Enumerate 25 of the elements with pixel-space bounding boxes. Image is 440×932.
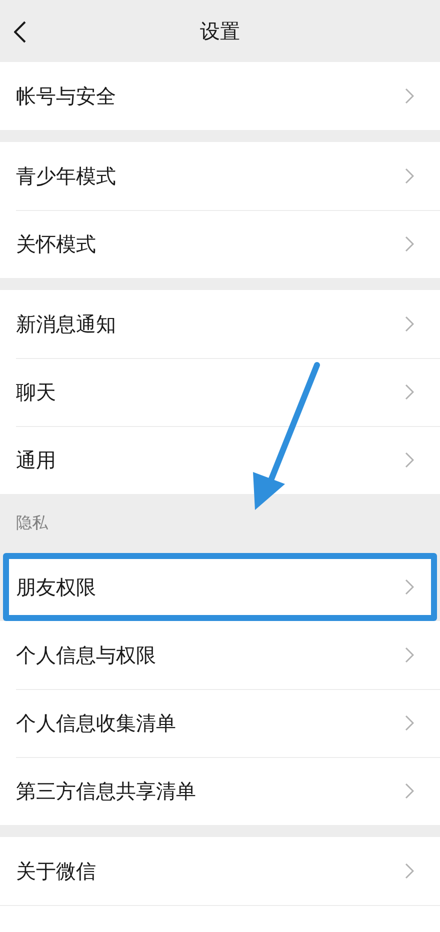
chevron-icon [405, 863, 414, 879]
settings-row[interactable]: 朋友权限 [3, 553, 437, 621]
settings-row[interactable]: 个人信息收集清单 [0, 689, 440, 757]
section-header: 隐私 [15, 512, 49, 534]
settings-row[interactable]: 关怀模式 [0, 210, 440, 278]
settings-row[interactable]: 个人信息与权限 [0, 621, 440, 689]
back-icon[interactable] [14, 21, 26, 43]
chevron-icon [405, 236, 414, 252]
chevron-icon [405, 579, 414, 595]
chevron-icon [405, 715, 414, 731]
settings-row[interactable]: 第三方信息共享清单 [0, 757, 440, 825]
settings-row[interactable]: 通用 [0, 426, 440, 494]
page-title: 设置 [200, 18, 240, 44]
chevron-icon [405, 168, 414, 184]
chevron-icon [405, 88, 414, 104]
settings-row[interactable]: 帐号与安全 [0, 62, 440, 130]
settings-row[interactable]: 新消息通知 [0, 290, 440, 358]
settings-row[interactable]: 关于微信 [0, 837, 440, 905]
chevron-icon [405, 783, 414, 799]
chevron-icon [405, 647, 414, 663]
settings-row[interactable]: 聊天 [0, 358, 440, 426]
chevron-icon [405, 384, 414, 400]
settings-row[interactable]: 青少年模式 [0, 142, 440, 210]
chevron-icon [405, 316, 414, 332]
chevron-icon [405, 452, 414, 468]
